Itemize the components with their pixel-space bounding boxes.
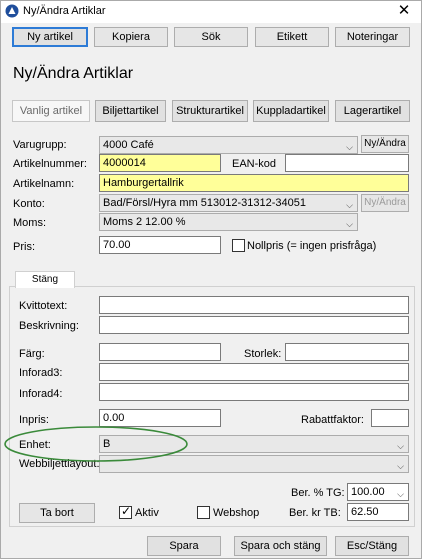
ean-label: EAN-kod: [232, 158, 277, 170]
aktiv-checkbox[interactable]: ✓: [119, 504, 132, 519]
farg-field[interactable]: [99, 343, 221, 361]
tab-kuppladartikel[interactable]: Kuppladartikel: [253, 100, 329, 122]
ber-tb-field[interactable]: 62.50: [347, 503, 409, 521]
ber-tg-value: 100.00: [351, 486, 385, 498]
webshop-checkbox[interactable]: [197, 506, 210, 519]
esc-close-button[interactable]: Esc/Stäng: [335, 536, 409, 556]
app-logo-icon: [5, 4, 19, 18]
copy-button[interactable]: Kopiera: [94, 27, 168, 47]
inforad4-label: Inforad4:: [19, 388, 63, 400]
storlek-label: Storlek:: [244, 348, 282, 360]
artikelnummer-label: Artikelnummer:: [13, 158, 87, 170]
tab-stang[interactable]: Stäng: [15, 271, 75, 288]
varugrupp-select[interactable]: 4000 Café ⌵: [99, 136, 358, 154]
varugrupp-value: 4000 Café: [103, 139, 154, 151]
chevron-down-icon: ⌵: [346, 142, 353, 152]
kvittotext-field[interactable]: [99, 296, 409, 314]
chevron-down-icon: ⌵: [346, 219, 353, 229]
moms-value: Moms 2 12.00 %: [103, 216, 186, 228]
konto-value: Bad/Försl/Hyra mm 513012-31312-34051: [103, 197, 307, 209]
ber-tb-label: Ber. kr TB:: [289, 507, 341, 519]
ber-tg-label: Ber. % TG:: [291, 487, 345, 499]
page-title: Ny/Ändra Artiklar: [13, 65, 134, 82]
new-article-button[interactable]: Ny artikel: [12, 27, 88, 47]
moms-label: Moms:: [13, 217, 46, 229]
pris-label: Pris:: [13, 241, 35, 253]
highlight-ellipse: [4, 426, 188, 462]
konto-label: Konto:: [13, 198, 45, 210]
kvittotext-label: Kvittotext:: [19, 300, 68, 312]
chevron-down-icon: ⌵: [397, 441, 404, 451]
konto-select[interactable]: Bad/Försl/Hyra mm 513012-31312-34051 ⌵: [99, 194, 358, 212]
tab-biljettartikel[interactable]: Biljettartikel: [95, 100, 166, 122]
checkmark-icon: ✓: [121, 504, 132, 518]
artikelnummer-field[interactable]: 4000014: [99, 154, 221, 172]
beskrivning-label: Beskrivning:: [19, 320, 79, 332]
notes-button[interactable]: Noteringar: [335, 27, 410, 47]
delete-button[interactable]: Ta bort: [19, 503, 95, 523]
konto-edit-button: Ny/Ändra: [361, 194, 409, 212]
inforad3-label: Inforad3:: [19, 367, 63, 379]
window-title: Ny/Ändra Artiklar: [23, 5, 106, 17]
title-bar: Ny/Ändra Artiklar ✕: [1, 1, 421, 23]
beskrivning-field[interactable]: [99, 316, 409, 334]
save-button[interactable]: Spara: [147, 536, 221, 556]
moms-select[interactable]: Moms 2 12.00 % ⌵: [99, 213, 358, 231]
storlek-field[interactable]: [285, 343, 409, 361]
nollpris-label: Nollpris (= ingen prisfråga): [247, 240, 377, 252]
chevron-down-icon: ⌵: [397, 489, 404, 499]
artikelnamn-label: Artikelnamn:: [13, 178, 75, 190]
tab-vanlig-artikel[interactable]: Vanlig artikel: [12, 100, 90, 122]
farg-label: Färg:: [19, 348, 45, 360]
save-and-close-button[interactable]: Spara och stäng: [234, 536, 327, 556]
rabattfaktor-label: Rabattfaktor:: [301, 414, 364, 426]
chevron-down-icon: ⌵: [346, 200, 353, 210]
label-button[interactable]: Etikett: [255, 27, 329, 47]
article-dialog: Ny/Ändra Artiklar ✕ Ny artikel Kopiera S…: [0, 0, 422, 559]
aktiv-label: Aktiv: [135, 507, 159, 519]
rabattfaktor-field[interactable]: [371, 409, 409, 427]
tab-strukturartikel[interactable]: Strukturartikel: [172, 100, 248, 122]
nollpris-checkbox[interactable]: [232, 239, 245, 252]
ean-field[interactable]: [285, 154, 409, 172]
inforad3-field[interactable]: [99, 363, 409, 381]
webshop-label: Webshop: [213, 507, 260, 519]
chevron-down-icon: ⌵: [397, 461, 404, 471]
tab-lagerartikel[interactable]: Lagerartikel: [335, 100, 410, 122]
inforad4-field[interactable]: [99, 383, 409, 401]
search-button[interactable]: Sök: [174, 27, 248, 47]
artikelnamn-field[interactable]: Hamburgertallrik: [99, 174, 409, 192]
varugrupp-label: Varugrupp:: [13, 139, 67, 151]
varugrupp-edit-button[interactable]: Ny/Ändra: [361, 135, 409, 153]
close-icon[interactable]: ✕: [395, 1, 413, 21]
pris-field[interactable]: 70.00: [99, 236, 221, 254]
ber-tg-select[interactable]: 100.00 ⌵: [347, 483, 409, 501]
